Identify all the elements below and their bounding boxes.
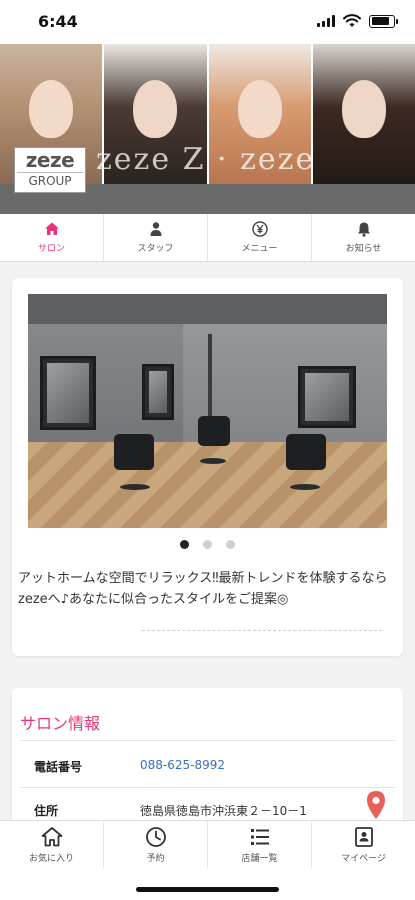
bottom-nav-store-list[interactable]: 店舗一覧 — [208, 821, 312, 868]
carousel-dot[interactable] — [180, 540, 189, 549]
battery-icon — [369, 14, 398, 28]
bottom-navigation: お気に入り 予約 店舗一覧 マイページ — [0, 820, 415, 868]
bottom-nav-label: 予約 — [146, 853, 165, 864]
list-icon — [250, 828, 269, 845]
brand-watermark: zeze Z · zeze — [96, 142, 316, 177]
home-indicator-area — [0, 868, 415, 900]
bottom-nav-reserve[interactable]: 予約 — [104, 821, 208, 868]
yen-icon — [251, 221, 268, 237]
home-indicator[interactable] — [136, 887, 279, 892]
status-icons — [317, 14, 398, 28]
bell-icon — [357, 222, 370, 237]
salon-description: アットホームな空間でリラックス‼最新トレンドを体験するならzezeへ♪あなたに似… — [18, 571, 388, 607]
tab-staff[interactable]: スタッフ — [104, 214, 208, 261]
wifi-icon — [343, 14, 361, 27]
section-tabs: サロン スタッフ メニュー お知らせ — [0, 214, 415, 262]
divider — [20, 740, 395, 741]
status-time: 6:44 — [38, 12, 78, 31]
bottom-nav-label: 店舗一覧 — [241, 853, 278, 864]
model-portrait — [312, 44, 415, 184]
tab-salon[interactable]: サロン — [0, 214, 104, 261]
tab-label: お知らせ — [345, 244, 382, 254]
bottom-nav-mypage[interactable]: マイページ — [312, 821, 415, 868]
bottom-nav-label: マイページ — [341, 853, 386, 864]
home-icon — [41, 826, 62, 846]
bottom-nav-label: お気に入り — [28, 853, 74, 864]
salon-gallery-card: アットホームな空間でリラックス‼最新トレンドを体験するならzezeへ♪あなたに似… — [12, 278, 403, 656]
tab-label: サロン — [37, 244, 65, 254]
tab-label: スタッフ — [137, 244, 174, 254]
profile-card-icon — [354, 826, 373, 847]
logo-wordmark: zeze — [25, 148, 75, 172]
status-bar: 6:44 — [0, 0, 415, 44]
map-pin-icon[interactable] — [365, 790, 387, 820]
section-title: サロン情報 — [20, 714, 101, 733]
carousel-dot[interactable] — [203, 540, 212, 549]
bottom-nav-favorites[interactable]: お気に入り — [0, 821, 104, 868]
tab-news[interactable]: お知らせ — [312, 214, 415, 261]
carousel-indicator — [12, 540, 403, 549]
tab-label: メニュー — [241, 244, 278, 254]
tab-menu[interactable]: メニュー — [208, 214, 312, 261]
carousel-dot[interactable] — [226, 540, 235, 549]
divider — [142, 630, 382, 631]
clock-icon — [145, 826, 166, 847]
address-value: 徳島県徳島市沖浜東２－10－1 — [140, 804, 307, 818]
brand-logo: zeze GROUP — [14, 147, 86, 193]
salon-interior-photo[interactable] — [28, 294, 387, 528]
header-banner: zeze Z · zeze zeze GROUP — [0, 44, 415, 214]
phone-link[interactable]: 088-625-8992 — [140, 758, 225, 772]
address-label: 住所 — [34, 804, 59, 818]
home-icon — [44, 222, 59, 235]
phone-row: 電話番号 088-625-8992 — [20, 744, 395, 788]
signal-icon — [317, 15, 335, 27]
person-icon — [150, 222, 161, 236]
phone-label: 電話番号 — [34, 760, 83, 774]
logo-subtitle: GROUP — [17, 172, 83, 189]
